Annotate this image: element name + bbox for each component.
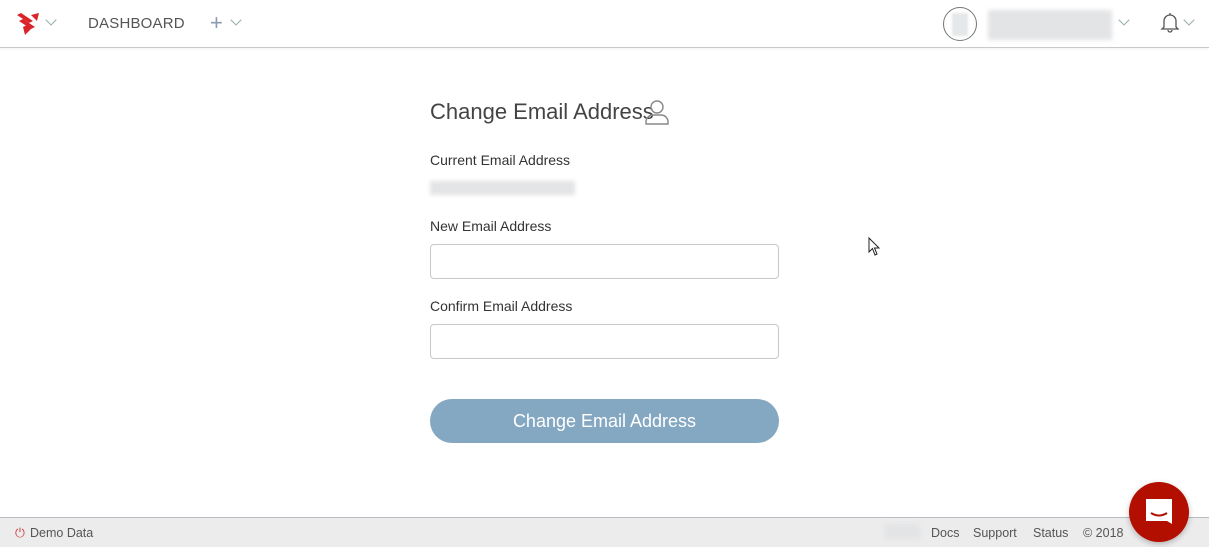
chevron-down-icon[interactable] bbox=[45, 14, 57, 26]
change-email-button[interactable]: Change Email Address bbox=[430, 399, 779, 443]
avatar[interactable] bbox=[943, 7, 977, 41]
page-title: Change Email Address bbox=[430, 99, 654, 124]
user-icon bbox=[645, 100, 669, 125]
top-navbar: DASHBOARD + bbox=[0, 0, 1209, 48]
chat-icon bbox=[1146, 499, 1172, 524]
confirm-email-label: Confirm Email Address bbox=[430, 298, 573, 314]
footer: ⏻ Demo Data Docs Support Status © 2018 bbox=[0, 517, 1209, 547]
new-email-label: New Email Address bbox=[430, 218, 552, 234]
user-name-blurred[interactable] bbox=[988, 10, 1112, 40]
demo-data-label[interactable]: Demo Data bbox=[30, 526, 93, 540]
confirm-email-input[interactable] bbox=[430, 324, 779, 359]
add-icon[interactable]: + bbox=[210, 10, 223, 36]
current-email-label: Current Email Address bbox=[430, 152, 571, 168]
footer-link-docs[interactable]: Docs bbox=[931, 526, 959, 540]
brand-logo-icon[interactable] bbox=[17, 13, 43, 35]
copyright: © 2018 bbox=[1083, 526, 1124, 540]
chevron-down-icon[interactable] bbox=[230, 14, 242, 26]
chevron-down-icon[interactable] bbox=[1183, 14, 1195, 26]
blurred-item bbox=[885, 524, 920, 539]
mouse-cursor-icon bbox=[868, 237, 881, 256]
power-icon: ⏻ bbox=[15, 526, 25, 540]
current-email-value-blurred bbox=[430, 181, 575, 195]
new-email-input[interactable] bbox=[430, 244, 779, 279]
nav-dashboard[interactable]: DASHBOARD bbox=[88, 15, 185, 32]
bell-icon[interactable] bbox=[1160, 12, 1180, 34]
chevron-down-icon[interactable] bbox=[1118, 14, 1130, 26]
footer-link-status[interactable]: Status bbox=[1033, 526, 1068, 540]
footer-link-support[interactable]: Support bbox=[973, 526, 1017, 540]
chat-launcher-button[interactable] bbox=[1129, 482, 1189, 542]
